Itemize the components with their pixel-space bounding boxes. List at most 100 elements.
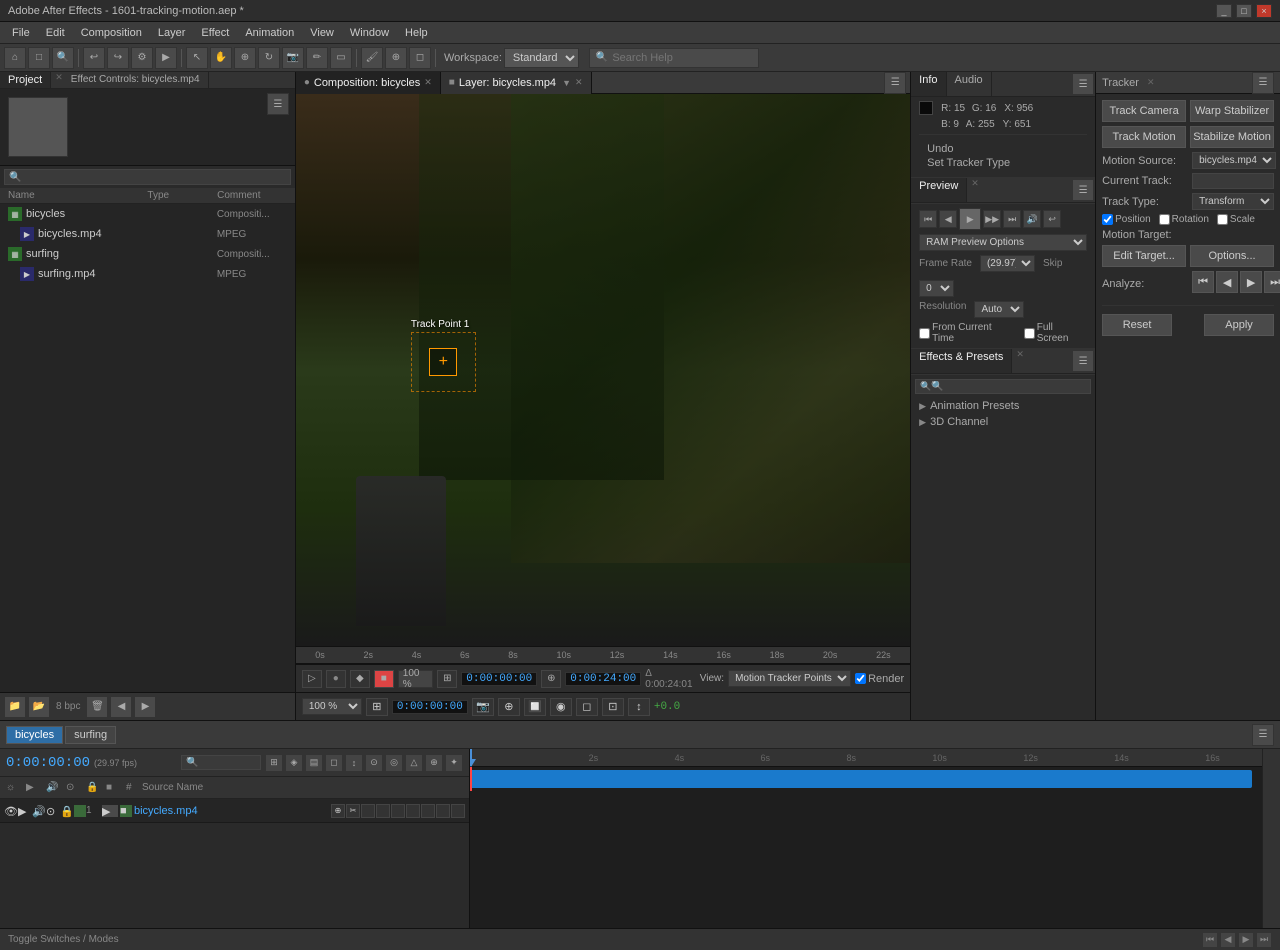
effects-panel-menu[interactable]: ☰ [1072, 350, 1094, 372]
tl-tool1[interactable]: ⊞ [265, 754, 283, 772]
full-screen-checkbox[interactable] [1024, 328, 1035, 339]
timeline-search[interactable] [181, 755, 261, 770]
effects-3d-channel[interactable]: ▶ 3D Channel [915, 414, 1091, 430]
playback-btn4[interactable]: ⏭ [1256, 932, 1272, 948]
preview-tab-close[interactable]: ✕ [971, 178, 979, 202]
zoom-select[interactable]: 100 % [302, 698, 362, 715]
preview-panel-menu[interactable]: ☰ [1072, 179, 1094, 201]
viewer-record[interactable]: ● [326, 670, 346, 688]
composition-tab[interactable]: ● Composition: bicycles ✕ [296, 72, 441, 94]
view-select[interactable]: Motion Tracker Points [728, 670, 851, 687]
new-folder-btn[interactable]: 📁 [4, 696, 26, 718]
toolbar-rotate[interactable]: ↻ [258, 47, 280, 69]
layer-solo-icon[interactable]: ⊙ [46, 805, 58, 817]
project-tab-close[interactable]: ✕ [55, 72, 63, 88]
render-checkbox[interactable] [855, 673, 866, 684]
from-current-checkbox[interactable] [919, 328, 930, 339]
prev-frame-btn[interactable]: ◀ [939, 210, 957, 228]
viewer-menu-btn[interactable]: ☰ [884, 72, 906, 94]
tl-tool9[interactable]: ⊕ [425, 754, 443, 772]
tl-tool7[interactable]: ◎ [385, 754, 403, 772]
toolbar-render[interactable]: ▶ [155, 47, 177, 69]
effects-animation-presets[interactable]: ▶ Animation Presets [915, 398, 1091, 414]
playback-btn2[interactable]: ◀ [1220, 932, 1236, 948]
toolbar-home[interactable]: ⌂ [4, 47, 26, 69]
toolbar-brush[interactable]: 🖌 [361, 47, 383, 69]
timeline-menu[interactable]: ☰ [1252, 724, 1274, 746]
viewer-bottom-btn4[interactable]: 🔲 [524, 698, 546, 716]
viewer-fit[interactable]: ⊞ [437, 670, 457, 688]
layer-switch6[interactable] [406, 804, 420, 818]
minimize-btn[interactable]: _ [1216, 4, 1232, 18]
open-btn[interactable]: 📂 [28, 696, 50, 718]
menu-help[interactable]: Help [397, 25, 436, 41]
first-frame-btn[interactable]: ⏮ [919, 210, 937, 228]
menu-effect[interactable]: Effect [193, 25, 237, 41]
tl-tool5[interactable]: ↕ [345, 754, 363, 772]
playback-btn1[interactable]: ⏮ [1202, 932, 1218, 948]
toolbar-shape[interactable]: ▭ [330, 47, 352, 69]
track-point-outer[interactable]: + [411, 332, 476, 392]
toolbar-new[interactable]: □ [28, 47, 50, 69]
panel-menu-btn[interactable]: ☰ [267, 93, 289, 115]
trash-btn[interactable]: 🗑 [86, 696, 108, 718]
menu-window[interactable]: Window [342, 25, 397, 41]
next-frame-btn[interactable]: ▶▶ [983, 210, 1001, 228]
layer-eye-icon[interactable]: 👁 [4, 805, 16, 817]
analyze-fwd-one[interactable]: ▶ [1240, 271, 1262, 293]
menu-composition[interactable]: Composition [73, 25, 150, 41]
toolbar-hand[interactable]: ✋ [210, 47, 232, 69]
track-camera-btn[interactable]: Track Camera [1102, 100, 1186, 122]
timeline-tab-surfing[interactable]: surfing [65, 726, 116, 744]
tracker-menu[interactable]: ☰ [1252, 72, 1274, 94]
viewer-bottom-btn5[interactable]: ◉ [550, 698, 572, 716]
viewer-bottom-btn1[interactable]: ⊞ [366, 698, 388, 716]
layer-switch1[interactable]: ⊕ [331, 804, 345, 818]
tl-tool8[interactable]: △ [405, 754, 423, 772]
menu-layer[interactable]: Layer [150, 25, 194, 41]
viewer-marker[interactable]: ◆ [350, 670, 370, 688]
play-btn[interactable]: ▶ [959, 208, 981, 230]
info-panel-menu[interactable]: ☰ [1072, 73, 1094, 95]
bottom-time-display[interactable]: 0:00:00:00 [392, 700, 468, 714]
layer-switch3[interactable] [361, 804, 375, 818]
options-btn[interactable]: Options... [1190, 245, 1274, 267]
toolbar-camera[interactable]: 📷 [282, 47, 304, 69]
tl-tool4[interactable]: ◻ [325, 754, 343, 772]
project-search-input[interactable] [21, 171, 221, 183]
viewer-bottom-btn8[interactable]: ↕ [628, 698, 650, 716]
ram-preview-select[interactable]: RAM Preview Options [919, 234, 1087, 251]
timeline-scrollbar[interactable] [1262, 749, 1280, 928]
tab-effect-controls[interactable]: Effect Controls: bicycles.mp4 [63, 72, 209, 88]
tab-info[interactable]: Info [911, 72, 946, 96]
toolbar-pen[interactable]: ✏ [306, 47, 328, 69]
analyze-back-all[interactable]: ⏮ [1192, 271, 1214, 293]
track-type-select[interactable]: Transform [1192, 193, 1274, 210]
layer-audio-icon[interactable]: 🔊 [32, 805, 44, 817]
menu-file[interactable]: File [4, 25, 38, 41]
layer-switch8[interactable] [436, 804, 450, 818]
search-help-input[interactable] [612, 52, 752, 64]
layer-lock-icon[interactable]: 🔒 [60, 805, 72, 817]
layer-label-color[interactable] [74, 805, 86, 817]
next-item-btn[interactable]: ▶ [134, 696, 156, 718]
viewer-bottom-btn3[interactable]: ⊕ [498, 698, 520, 716]
toolbar-select[interactable]: ↖ [186, 47, 208, 69]
timeline-tab-bicycles[interactable]: bicycles [6, 726, 63, 744]
analyze-back-one[interactable]: ◀ [1216, 271, 1238, 293]
track-motion-btn[interactable]: Track Motion [1102, 126, 1186, 148]
current-track-value[interactable]: Tracker 1 [1192, 173, 1274, 189]
apply-btn[interactable]: Apply [1204, 314, 1274, 336]
audio-btn[interactable]: 🔊 [1023, 210, 1041, 228]
tab-audio[interactable]: Audio [947, 72, 992, 96]
position-checkbox[interactable] [1102, 214, 1113, 225]
layer-switch4[interactable] [376, 804, 390, 818]
stabilize-motion-btn[interactable]: Stabilize Motion [1190, 126, 1274, 148]
last-frame-btn[interactable]: ⏭ [1003, 210, 1021, 228]
resolution-select[interactable]: Auto [974, 301, 1024, 318]
tl-tool10[interactable]: ✦ [445, 754, 463, 772]
toolbar-prefs[interactable]: ⚙ [131, 47, 153, 69]
layer-tab-close-icon[interactable]: ✕ [575, 77, 583, 88]
tl-tool3[interactable]: ▤ [305, 754, 323, 772]
list-item[interactable]: ▶ surfing.mp4 MPEG [0, 264, 295, 284]
